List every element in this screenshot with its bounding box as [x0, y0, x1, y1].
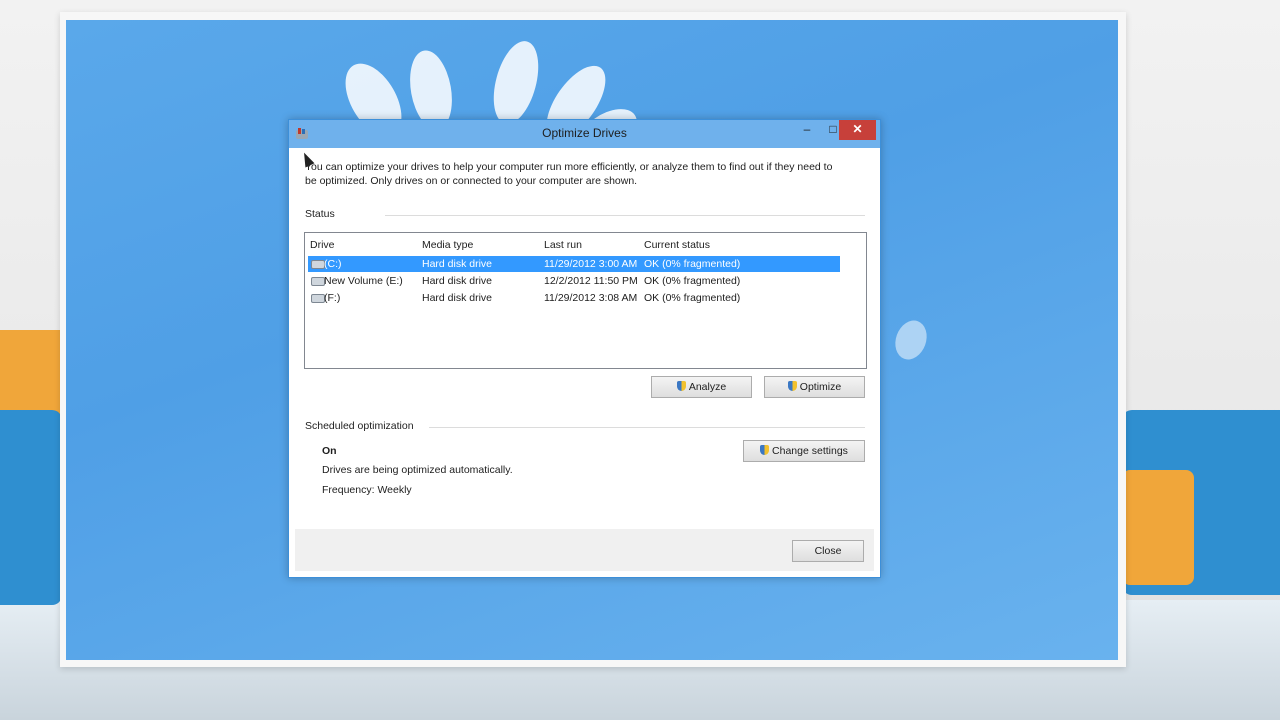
- minimize-button[interactable]: –: [794, 120, 820, 140]
- current-status: OK (0% fragmented): [644, 275, 741, 287]
- sofa-left-blue: [0, 410, 62, 605]
- uac-shield-icon: [676, 381, 686, 391]
- analyze-button-label: Analyze: [688, 381, 727, 393]
- last-run: 11/29/2012 3:00 AM: [544, 258, 638, 270]
- schedule-state: On: [322, 445, 337, 457]
- drive-name: (F:): [324, 292, 341, 304]
- optimize-button[interactable]: Optimize: [764, 376, 865, 398]
- schedule-description: Drives are being optimized automatically…: [322, 464, 513, 476]
- title-bar[interactable]: Optimize Drives – □ ✕: [289, 120, 880, 148]
- hard-drive-icon: [311, 294, 325, 303]
- drive-name: New Volume (E:): [324, 275, 403, 287]
- media-type: Hard disk drive: [422, 258, 493, 270]
- media-type: Hard disk drive: [422, 275, 493, 287]
- uac-shield-icon: [787, 381, 797, 391]
- status-divider: [385, 215, 865, 216]
- schedule-divider: [429, 427, 865, 428]
- hard-drive-icon: [311, 277, 325, 286]
- drive-row-f[interactable]: (F:) Hard disk drive 11/29/2012 3:08 AM …: [308, 290, 840, 306]
- optimize-button-label: Optimize: [799, 381, 842, 393]
- column-header-media-type[interactable]: Media type: [422, 239, 473, 251]
- hard-drive-icon: [311, 260, 325, 269]
- uac-shield-icon: [760, 445, 770, 455]
- schedule-frequency: Frequency: Weekly: [322, 484, 412, 496]
- last-run: 12/2/2012 11:50 PM: [544, 275, 638, 287]
- close-button[interactable]: Close: [792, 540, 864, 562]
- current-status: OK (0% fragmented): [644, 258, 741, 270]
- dialog-footer: Close: [295, 529, 874, 571]
- dialog-body: You can optimize your drives to help you…: [295, 148, 874, 571]
- drive-name: (C:): [324, 258, 342, 270]
- status-section-label: Status: [305, 208, 335, 220]
- analyze-button[interactable]: Analyze: [651, 376, 752, 398]
- intro-text: You can optimize your drives to help you…: [305, 161, 833, 187]
- drives-list[interactable]: Drive Media type Last run Current status…: [304, 232, 867, 369]
- drive-row-c[interactable]: (C:) Hard disk drive 11/29/2012 3:00 AM …: [308, 256, 840, 272]
- close-window-button[interactable]: ✕: [839, 120, 876, 140]
- sofa-right-orange: [1122, 470, 1194, 585]
- column-header-last-run[interactable]: Last run: [544, 239, 582, 251]
- column-header-drive[interactable]: Drive: [310, 239, 335, 251]
- window-title: Optimize Drives: [542, 126, 627, 140]
- column-header-current-status[interactable]: Current status: [644, 239, 710, 251]
- drive-row-e[interactable]: New Volume (E:) Hard disk drive 12/2/201…: [308, 273, 840, 289]
- current-status: OK (0% fragmented): [644, 292, 741, 304]
- wallpaper-petal: [485, 36, 547, 129]
- wallpaper-petal: [890, 316, 932, 364]
- media-type: Hard disk drive: [422, 292, 493, 304]
- change-settings-button[interactable]: Change settings: [743, 440, 865, 462]
- scheduled-optimization-label: Scheduled optimization: [305, 420, 414, 432]
- last-run: 11/29/2012 3:08 AM: [544, 292, 638, 304]
- optimize-drives-window: Optimize Drives – □ ✕ You can optimize y…: [288, 119, 881, 578]
- change-settings-button-label: Change settings: [772, 445, 848, 457]
